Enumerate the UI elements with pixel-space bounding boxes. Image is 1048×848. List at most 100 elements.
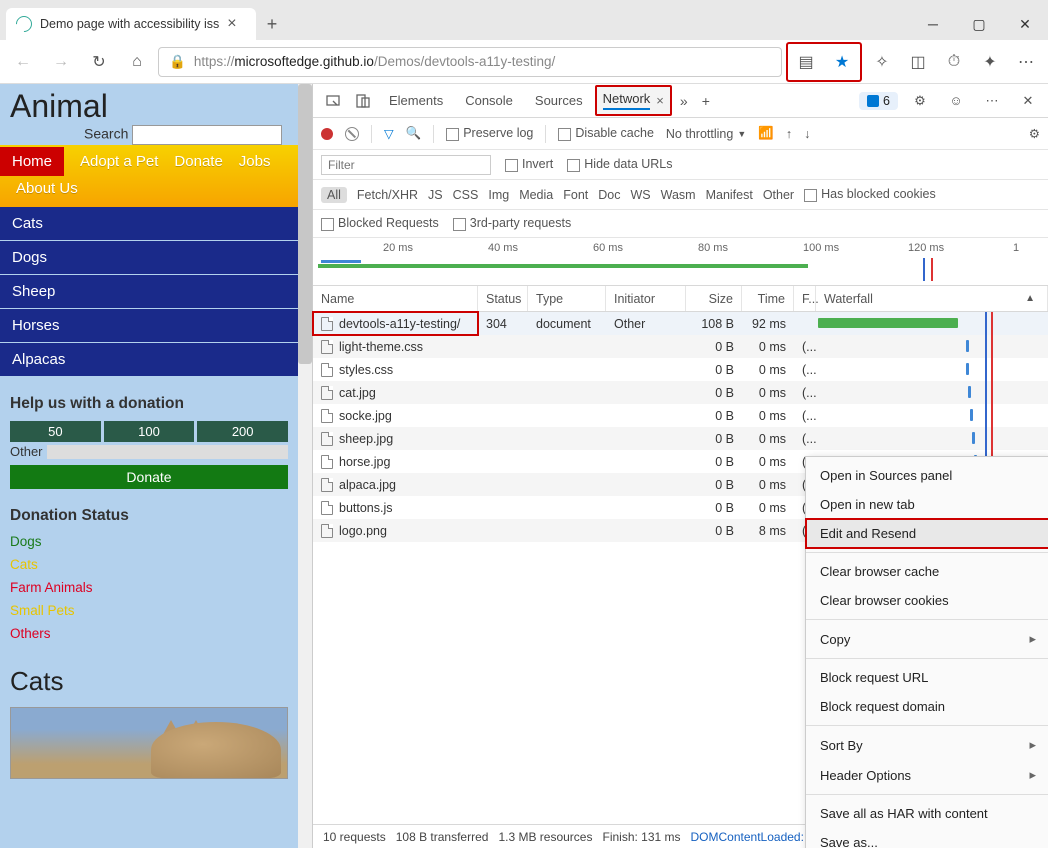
more-icon[interactable]: ⋯ [1010, 46, 1042, 78]
back-button[interactable]: ← [6, 45, 40, 79]
window-maximize-button[interactable]: ▢ [956, 8, 1002, 40]
context-menu-item[interactable]: Copy▸ [806, 624, 1048, 654]
settings-icon[interactable]: ⚙ [906, 87, 934, 115]
table-row[interactable]: styles.css0 B0 ms(... [313, 358, 1048, 381]
record-button[interactable] [321, 128, 333, 140]
issues-badge[interactable]: 6 [859, 92, 898, 110]
tab-sources[interactable]: Sources [525, 87, 593, 114]
type-filter[interactable]: All [321, 187, 347, 203]
add-tab-icon[interactable]: + [696, 93, 716, 109]
refresh-button[interactable]: ↻ [82, 45, 116, 79]
sidebar-item[interactable]: Alpacas [0, 343, 298, 377]
window-minimize-button[interactable]: ─ [910, 8, 956, 40]
type-filter[interactable]: WS [630, 188, 650, 202]
type-filter[interactable]: Manifest [706, 188, 753, 202]
type-filter[interactable]: CSS [453, 188, 479, 202]
collections-icon[interactable]: ◫ [902, 46, 934, 78]
has-blocked-checkbox[interactable]: Has blocked cookies [804, 187, 936, 201]
import-icon[interactable]: ↑ [786, 127, 792, 141]
extensions-icon[interactable]: ✧ [866, 46, 898, 78]
donation-amount[interactable]: 100 [104, 421, 195, 442]
tab-close-icon[interactable]: × [227, 15, 236, 33]
invert-checkbox[interactable]: Invert [505, 157, 553, 171]
nav-about[interactable]: About Us [16, 180, 78, 197]
reader-icon[interactable]: ▤ [790, 46, 822, 78]
third-party-checkbox[interactable]: 3rd-party requests [453, 216, 571, 230]
table-row[interactable]: devtools-a11y-testing/304documentOther10… [313, 312, 1048, 335]
context-menu-item[interactable]: Edit and Resend [806, 519, 1048, 548]
preserve-log-checkbox[interactable]: Preserve log [446, 126, 533, 140]
table-row[interactable]: light-theme.css0 B0 ms(... [313, 335, 1048, 358]
donation-slider[interactable] [47, 445, 288, 459]
nav-jobs[interactable]: Jobs [239, 153, 271, 170]
device-icon[interactable] [349, 87, 377, 115]
tab-network[interactable]: Network [603, 91, 651, 110]
forward-button[interactable]: → [44, 45, 78, 79]
type-filter[interactable]: Img [488, 188, 509, 202]
type-filter[interactable]: Media [519, 188, 553, 202]
browser-tab[interactable]: Demo page with accessibility iss × [6, 8, 256, 40]
type-filter[interactable]: Font [563, 188, 588, 202]
context-menu-item[interactable]: Open in new tab [806, 490, 1048, 519]
more-tools-icon[interactable]: ⋯ [978, 87, 1006, 115]
export-icon[interactable]: ↓ [804, 127, 810, 141]
col-initiator[interactable]: Initiator [606, 286, 686, 311]
context-menu-item[interactable]: Header Options▸ [806, 760, 1048, 790]
close-devtools-icon[interactable]: ✕ [1014, 87, 1042, 115]
performance-icon[interactable]: ⏱ [938, 46, 970, 78]
url-input[interactable]: 🔒 https://microsoftedge.github.io/Demos/… [158, 47, 782, 77]
donate-button[interactable]: Donate [10, 465, 288, 489]
donation-amount[interactable]: 50 [10, 421, 101, 442]
context-menu-item[interactable]: Clear browser cache [806, 557, 1048, 586]
sidebar-item[interactable]: Cats [0, 207, 298, 241]
page-scrollbar[interactable] [298, 84, 312, 848]
tab-console[interactable]: Console [455, 87, 523, 114]
col-f[interactable]: F... [794, 286, 816, 311]
filter-input[interactable] [321, 155, 491, 175]
feedback-icon[interactable]: ☺ [942, 87, 970, 115]
home-button[interactable]: ⌂ [120, 45, 154, 79]
new-tab-button[interactable]: + [256, 8, 288, 40]
nav-donate[interactable]: Donate [174, 153, 222, 170]
filter-toggle-icon[interactable]: ▽ [384, 126, 394, 141]
favorite-icon[interactable]: ★ [826, 46, 858, 78]
col-waterfall[interactable]: Waterfall▲ [816, 286, 1048, 311]
nav-adopt[interactable]: Adopt a Pet [80, 153, 158, 170]
type-filter[interactable]: Fetch/XHR [357, 188, 418, 202]
type-filter[interactable]: Wasm [661, 188, 696, 202]
col-name[interactable]: Name [313, 286, 478, 311]
context-menu-item[interactable]: Sort By▸ [806, 730, 1048, 760]
type-filter[interactable]: Doc [598, 188, 620, 202]
table-row[interactable]: cat.jpg0 B0 ms(... [313, 381, 1048, 404]
context-menu-item[interactable]: Save as... [806, 828, 1048, 848]
table-header[interactable]: Name Status Type Initiator Size Time F..… [313, 286, 1048, 312]
search-input[interactable] [132, 125, 282, 145]
search-icon[interactable]: 🔍 [406, 126, 422, 141]
tab-close-icon[interactable]: × [656, 93, 664, 108]
donation-amount[interactable]: 200 [197, 421, 288, 442]
copilot-icon[interactable]: ✦ [974, 46, 1006, 78]
network-settings-icon[interactable]: ⚙ [1029, 126, 1040, 141]
table-row[interactable]: sheep.jpg0 B0 ms(... [313, 427, 1048, 450]
col-type[interactable]: Type [528, 286, 606, 311]
clear-button[interactable] [345, 127, 359, 141]
network-conditions-icon[interactable]: 📶 [758, 126, 774, 141]
sidebar-item[interactable]: Horses [0, 309, 298, 343]
context-menu-item[interactable]: Clear browser cookies [806, 586, 1048, 615]
context-menu-item[interactable]: Block request domain [806, 692, 1048, 721]
disable-cache-checkbox[interactable]: Disable cache [558, 126, 654, 140]
blocked-requests-checkbox[interactable]: Blocked Requests [321, 216, 439, 230]
sidebar-item[interactable]: Sheep [0, 275, 298, 309]
tab-elements[interactable]: Elements [379, 87, 453, 114]
more-tabs-icon[interactable]: » [674, 93, 694, 109]
window-close-button[interactable]: ✕ [1002, 8, 1048, 40]
col-time[interactable]: Time [742, 286, 794, 311]
hide-urls-checkbox[interactable]: Hide data URLs [567, 157, 672, 171]
col-status[interactable]: Status [478, 286, 528, 311]
col-size[interactable]: Size [686, 286, 742, 311]
context-menu-item[interactable]: Open in Sources panel [806, 461, 1048, 490]
context-menu-item[interactable]: Save all as HAR with content [806, 799, 1048, 828]
type-filter[interactable]: Other [763, 188, 794, 202]
sidebar-item[interactable]: Dogs [0, 241, 298, 275]
context-menu-item[interactable]: Block request URL [806, 663, 1048, 692]
